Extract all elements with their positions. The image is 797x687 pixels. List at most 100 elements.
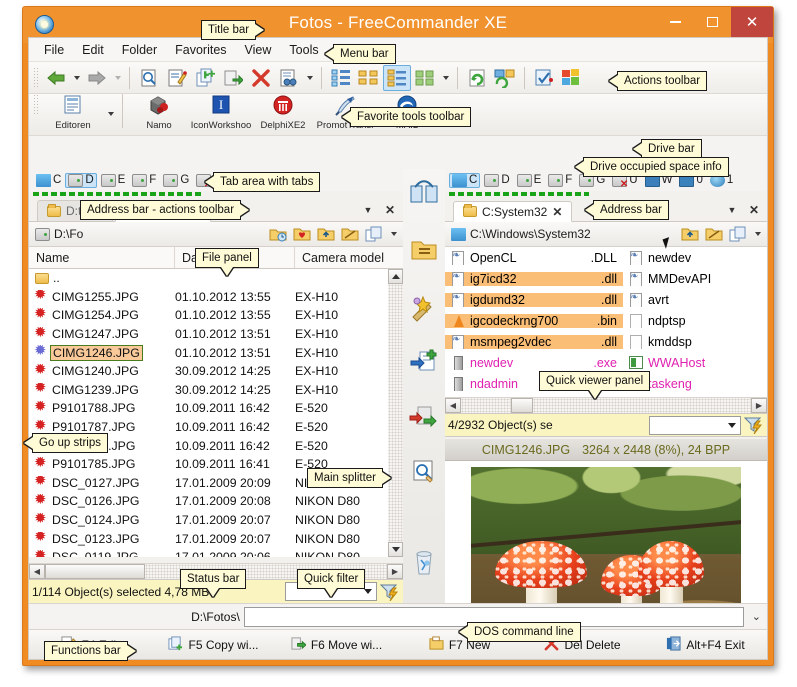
compare-button[interactable] bbox=[409, 459, 439, 489]
filter-lightning-icon[interactable] bbox=[743, 416, 764, 435]
menu-item-file[interactable]: File bbox=[35, 40, 73, 60]
drive-button-d[interactable]: D bbox=[481, 173, 512, 188]
move-button[interactable] bbox=[219, 65, 247, 91]
scroll-up-button[interactable] bbox=[388, 269, 403, 284]
chevron-down-icon[interactable] bbox=[111, 66, 124, 90]
quick-filter-input[interactable] bbox=[649, 415, 741, 435]
chevron-down-icon[interactable]: ⌄ bbox=[752, 610, 761, 623]
quick-viewer-body[interactable]: 01.10.12 13:51 bbox=[445, 461, 767, 603]
scroll-down-button[interactable] bbox=[388, 542, 403, 557]
table-row[interactable]: CIMG1255.JPG 01.10.2012 13:55 EX-H10 bbox=[29, 288, 403, 307]
copy-to-button[interactable] bbox=[409, 349, 439, 379]
drive-button-e[interactable]: E bbox=[514, 173, 545, 188]
left-vertical-scrollbar[interactable] bbox=[388, 269, 403, 557]
favorite-tool-namo[interactable]: Namo bbox=[128, 94, 190, 134]
copy-path-button[interactable] bbox=[363, 224, 384, 244]
drive-button-d[interactable]: D bbox=[65, 172, 97, 188]
tree-view-button[interactable] bbox=[327, 65, 355, 91]
chevron-down-icon[interactable] bbox=[70, 66, 83, 90]
edit-button[interactable] bbox=[163, 65, 191, 91]
table-row-selected[interactable]: msmpeg2vdec .dll kmddsp bbox=[445, 331, 767, 352]
close-icon[interactable]: ✕ bbox=[745, 201, 763, 219]
table-row[interactable]: DSC_0126.JPG 17.01.2009 20:08 NIKON D80 bbox=[29, 492, 403, 511]
scroll-track[interactable] bbox=[533, 398, 751, 413]
table-row-selected[interactable]: igcodeckrng700 .bin ndptsp bbox=[445, 310, 767, 331]
history-folder-button[interactable] bbox=[267, 224, 288, 244]
right-address-text[interactable]: C:\Windows\System32 bbox=[470, 227, 591, 241]
chevron-down-icon[interactable] bbox=[439, 66, 452, 90]
chevron-down-icon[interactable]: ▼ bbox=[723, 201, 741, 219]
drive-button-f[interactable]: F bbox=[545, 173, 575, 188]
favorite-tool-delphixe2[interactable]: DelphiXE2 bbox=[252, 94, 314, 134]
filter-lightning-icon[interactable] bbox=[379, 583, 400, 601]
scroll-left-button[interactable]: ◀ bbox=[29, 564, 45, 579]
swap-panels-button[interactable] bbox=[409, 179, 439, 209]
chevron-down-icon[interactable]: ▼ bbox=[359, 201, 377, 219]
menu-item-edit[interactable]: Edit bbox=[73, 40, 113, 60]
drive-button-c[interactable]: C bbox=[33, 173, 64, 188]
table-row[interactable]: OpenCL .DLL newdev bbox=[445, 247, 767, 268]
favorite-tool-editoren[interactable]: Editoren bbox=[42, 94, 104, 134]
scroll-right-button[interactable]: ▶ bbox=[387, 564, 403, 579]
chevron-down-icon[interactable] bbox=[303, 66, 316, 90]
details-view-button[interactable] bbox=[355, 65, 383, 91]
search-button[interactable] bbox=[275, 65, 303, 91]
minimize-button[interactable] bbox=[657, 7, 694, 37]
maximize-button[interactable] bbox=[694, 7, 731, 37]
folder-up-button[interactable] bbox=[679, 224, 700, 244]
table-row[interactable]: CIMG1239.JPG 30.09.2012 14:25 EX-H10 bbox=[29, 381, 403, 400]
close-icon[interactable]: ✕ bbox=[552, 205, 562, 219]
function-f6-move[interactable]: F6 Move wi... bbox=[275, 636, 398, 654]
delete-button[interactable] bbox=[247, 65, 275, 91]
menu-item-favorites[interactable]: Favorites bbox=[166, 40, 235, 60]
toolbar-grip[interactable] bbox=[33, 66, 38, 89]
menu-item-view[interactable]: View bbox=[236, 40, 281, 60]
view-button[interactable] bbox=[135, 65, 163, 91]
folder-root-button[interactable] bbox=[703, 224, 724, 244]
drive-button-f[interactable]: F bbox=[129, 173, 159, 188]
left-address-text[interactable]: D:\Fo bbox=[54, 227, 83, 241]
recycle-bin-button[interactable] bbox=[409, 549, 439, 579]
chevron-down-icon[interactable] bbox=[104, 94, 117, 134]
table-row[interactable]: CIMG1247.JPG 01.10.2012 13:51 EX-H10 bbox=[29, 325, 403, 344]
table-row[interactable]: P9101788.JPG 10.09.2011 16:42 E-520 bbox=[29, 399, 403, 418]
move-to-button[interactable] bbox=[409, 405, 439, 435]
scroll-track[interactable] bbox=[461, 398, 511, 413]
table-row-selected[interactable]: igdumd32 .dll avrt bbox=[445, 289, 767, 310]
drive-button-g[interactable]: G bbox=[160, 173, 192, 188]
checkmark-button[interactable] bbox=[530, 65, 558, 91]
copy-button[interactable]: ✚ bbox=[191, 65, 219, 91]
list-view-button[interactable] bbox=[383, 64, 411, 91]
menu-item-tools[interactable]: Tools bbox=[280, 40, 327, 60]
scroll-right-button[interactable]: ▶ bbox=[751, 398, 767, 413]
function-f5-copy[interactable]: F5 Copy wi... bbox=[152, 635, 275, 654]
forward-button[interactable] bbox=[83, 65, 111, 91]
chevron-down-icon[interactable] bbox=[751, 222, 764, 246]
same-folder-button[interactable] bbox=[409, 237, 439, 267]
function-alt-f4-exit[interactable]: Alt+F4 Exit bbox=[644, 635, 767, 654]
add-favorite-button[interactable] bbox=[409, 295, 439, 325]
windows-apps-button[interactable] bbox=[558, 65, 586, 91]
table-row[interactable]: CIMG1240.JPG 30.09.2012 14:25 EX-H10 bbox=[29, 362, 403, 381]
column-header-camera[interactable]: Camera model bbox=[295, 247, 403, 268]
refresh-button[interactable] bbox=[463, 65, 491, 91]
favorite-tool-iconworkshop[interactable]: I IconWorkshoo bbox=[190, 94, 252, 134]
scroll-thumb[interactable] bbox=[511, 398, 533, 413]
table-row[interactable]: CIMG1254.JPG 01.10.2012 13:55 EX-H10 bbox=[29, 306, 403, 325]
back-button[interactable] bbox=[42, 65, 70, 91]
folder-up-button[interactable] bbox=[315, 224, 336, 244]
table-row[interactable]: .. bbox=[29, 269, 403, 288]
column-header-name[interactable]: Name bbox=[29, 247, 175, 268]
drive-button-c[interactable]: C bbox=[449, 172, 481, 188]
folder-root-button[interactable] bbox=[339, 224, 360, 244]
table-row[interactable]: DSC_0119.JPG 17.01.2009 20:06NIKON D80 bbox=[29, 548, 403, 557]
menu-item-folder[interactable]: Folder bbox=[113, 40, 166, 60]
close-icon[interactable]: ✕ bbox=[381, 201, 399, 219]
tab-csystem32[interactable]: C:System32 ✕ bbox=[453, 201, 573, 222]
table-row-selected[interactable]: CIMG1246.JPG 01.10.2012 13:51 EX-H10 bbox=[29, 343, 403, 362]
table-row[interactable]: DSC_0124.JPG 17.01.2009 20:07 NIKON D80 bbox=[29, 511, 403, 530]
close-icon[interactable]: ✕ bbox=[731, 7, 773, 37]
table-row[interactable]: newdev .exe WWAHost bbox=[445, 352, 767, 373]
sync-folders-button[interactable] bbox=[491, 65, 519, 91]
scroll-left-button[interactable]: ◀ bbox=[445, 398, 461, 413]
